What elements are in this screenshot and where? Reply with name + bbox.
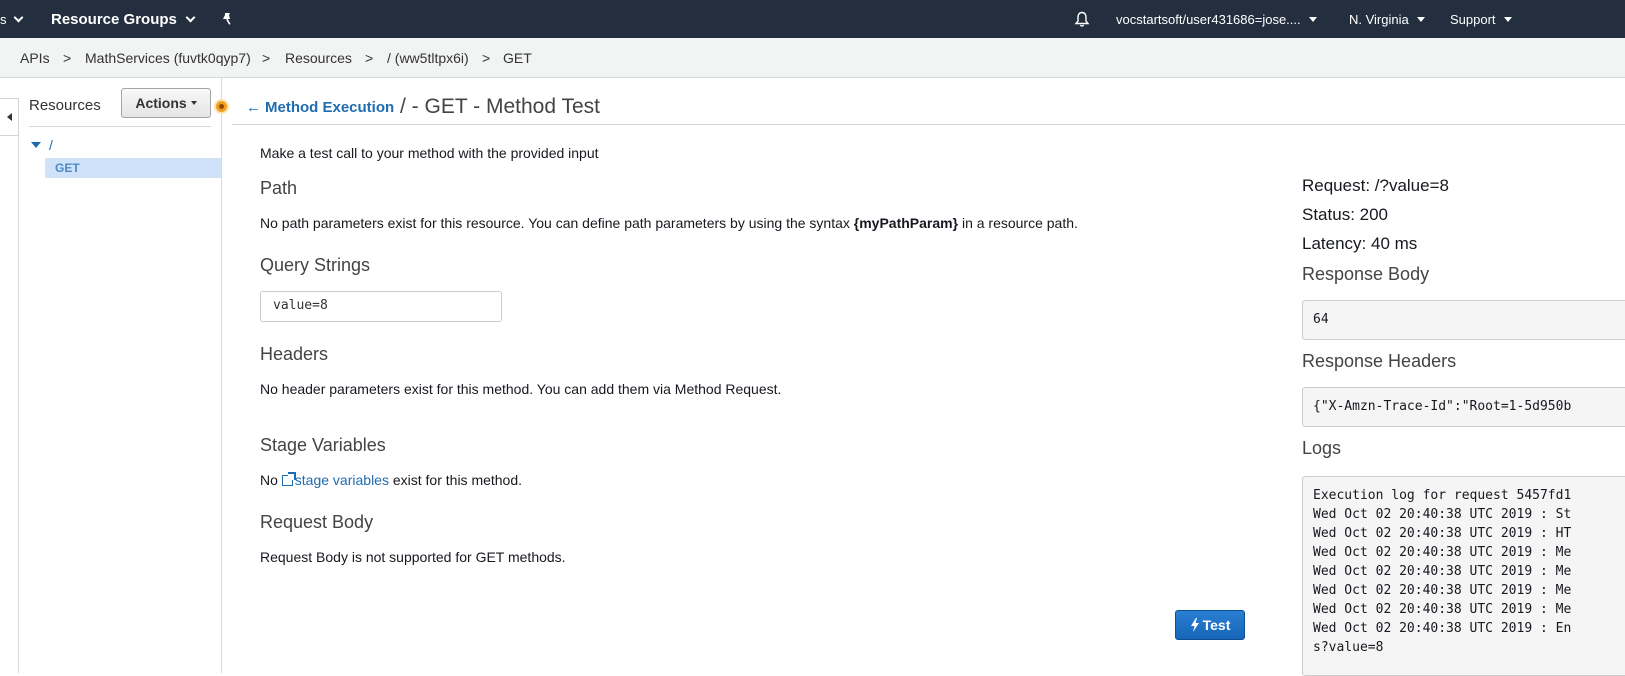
logs-box: Execution log for request 5457fd1 Wed Oc… xyxy=(1302,476,1625,676)
account-menu[interactable]: vocstartsoft/user431686=jose.... xyxy=(1116,0,1317,38)
actions-label: Actions xyxy=(135,95,187,111)
status-indicator-icon xyxy=(214,99,229,114)
external-link-icon xyxy=(281,472,296,486)
top-navbar: s Resource Groups vocstartsoft/user43168… xyxy=(0,0,1625,38)
method-execution-label: Method Execution xyxy=(265,99,395,116)
title-divider xyxy=(232,124,1625,125)
caret-left-icon xyxy=(6,113,12,121)
headers-description: No header parameters exist for this meth… xyxy=(260,381,782,397)
result-latency: Latency: 40 ms xyxy=(1302,234,1418,253)
log-line: Wed Oct 02 20:40:38 UTC 2019 : HT xyxy=(1313,526,1572,541)
support-menu[interactable]: Support xyxy=(1450,0,1512,38)
panel-divider xyxy=(221,78,222,673)
breadcrumb-separator: > xyxy=(482,50,491,66)
notifications-bell-icon[interactable] xyxy=(1074,0,1090,38)
log-line: s?value=8 xyxy=(1313,640,1384,655)
request-body-description: Request Body is not supported for GET me… xyxy=(260,549,566,565)
breadcrumb-separator: > xyxy=(365,50,374,66)
tree-method-get[interactable]: GET xyxy=(45,158,221,178)
request-body-heading: Request Body xyxy=(260,512,374,532)
result-request: Request: /?value=8 xyxy=(1302,176,1449,195)
logs-heading: Logs xyxy=(1302,438,1342,458)
breadcrumb-resources[interactable]: Resources xyxy=(285,38,352,78)
breadcrumb-apis[interactable]: APIs xyxy=(20,38,50,78)
breadcrumb-api-name[interactable]: MathServices (fuvtk0qyp7) xyxy=(85,38,251,78)
test-button-label: Test xyxy=(1202,617,1231,633)
services-label: s xyxy=(0,11,7,27)
headers-heading: Headers xyxy=(260,344,329,364)
method-execution-link[interactable]: ← Method Execution xyxy=(246,99,394,116)
breadcrumb-resource[interactable]: / (ww5tltpx6i) xyxy=(387,38,469,78)
caret-down-icon xyxy=(1308,16,1317,22)
result-status: Status: 200 xyxy=(1302,205,1389,224)
breadcrumb-separator: > xyxy=(262,50,271,66)
intro-text: Make a test call to your method with the… xyxy=(260,145,599,161)
path-syntax-code: {myPathParam} xyxy=(853,215,959,231)
test-button[interactable]: Test xyxy=(1175,610,1245,640)
stage-variables-description: No stage variables exist for this method… xyxy=(260,472,522,488)
tree-expand-icon[interactable] xyxy=(31,142,41,148)
breadcrumb-method: GET xyxy=(503,50,532,66)
collapse-panel-toggle[interactable] xyxy=(0,98,19,136)
log-line: Wed Oct 02 20:40:38 UTC 2019 : Me xyxy=(1313,545,1572,560)
path-text-before: No path parameters exist for this resour… xyxy=(260,215,854,231)
panel-border xyxy=(18,136,19,673)
stage-variables-link-label: stage variables xyxy=(294,472,389,488)
region-label: N. Virginia xyxy=(1349,11,1409,27)
actions-button[interactable]: Actions xyxy=(121,88,211,118)
page-title: / - GET - Method Test xyxy=(400,95,600,118)
response-headers-heading: Response Headers xyxy=(1302,351,1457,371)
lightning-icon xyxy=(1190,618,1199,632)
breadcrumb-separator: > xyxy=(63,50,72,66)
pin-icon[interactable] xyxy=(220,0,234,38)
log-line: Wed Oct 02 20:40:38 UTC 2019 : Me xyxy=(1313,564,1572,579)
region-menu[interactable]: N. Virginia xyxy=(1349,0,1425,38)
stage-variables-link[interactable]: stage variables xyxy=(281,472,389,488)
response-headers-box: {"X-Amzn-Trace-Id":"Root=1-5d950b xyxy=(1302,387,1625,427)
chevron-down-icon xyxy=(13,12,23,22)
caret-down-icon xyxy=(1416,16,1425,22)
resource-groups-menu[interactable]: Resource Groups xyxy=(51,0,196,38)
caret-down-icon xyxy=(1503,16,1512,22)
path-heading: Path xyxy=(260,178,298,198)
stage-text-before: No xyxy=(260,472,282,488)
resources-divider xyxy=(29,126,211,127)
query-strings-input[interactable]: value=8 xyxy=(260,291,502,322)
resource-groups-label: Resource Groups xyxy=(51,10,177,28)
response-body-heading: Response Body xyxy=(1302,264,1430,284)
stage-text-after: exist for this method. xyxy=(388,472,523,488)
services-menu[interactable]: s xyxy=(0,0,23,38)
resources-title: Resources xyxy=(29,97,101,114)
tree-method-label: GET xyxy=(55,161,80,175)
log-line: Wed Oct 02 20:40:38 UTC 2019 : En xyxy=(1313,621,1572,636)
support-label: Support xyxy=(1450,11,1496,27)
breadcrumb: APIs > MathServices (fuvtk0qyp7) > Resou… xyxy=(0,38,1625,78)
path-description: No path parameters exist for this resour… xyxy=(260,215,1078,231)
caret-down-icon xyxy=(190,101,197,105)
account-label: vocstartsoft/user431686=jose.... xyxy=(1116,11,1301,27)
log-line: Execution log for request 5457fd1 xyxy=(1313,488,1572,503)
log-line: Wed Oct 02 20:40:38 UTC 2019 : Me xyxy=(1313,583,1572,598)
tree-root-resource[interactable]: / xyxy=(49,137,53,153)
query-strings-heading: Query Strings xyxy=(260,255,371,275)
path-text-after: in a resource path. xyxy=(958,215,1078,231)
stage-variables-heading: Stage Variables xyxy=(260,435,386,455)
log-line: Wed Oct 02 20:40:38 UTC 2019 : Me xyxy=(1313,602,1572,617)
response-body-box: 64 xyxy=(1302,300,1625,340)
arrow-left-icon: ← xyxy=(246,99,261,116)
log-line: Wed Oct 02 20:40:38 UTC 2019 : St xyxy=(1313,507,1572,522)
chevron-down-icon xyxy=(185,12,196,22)
